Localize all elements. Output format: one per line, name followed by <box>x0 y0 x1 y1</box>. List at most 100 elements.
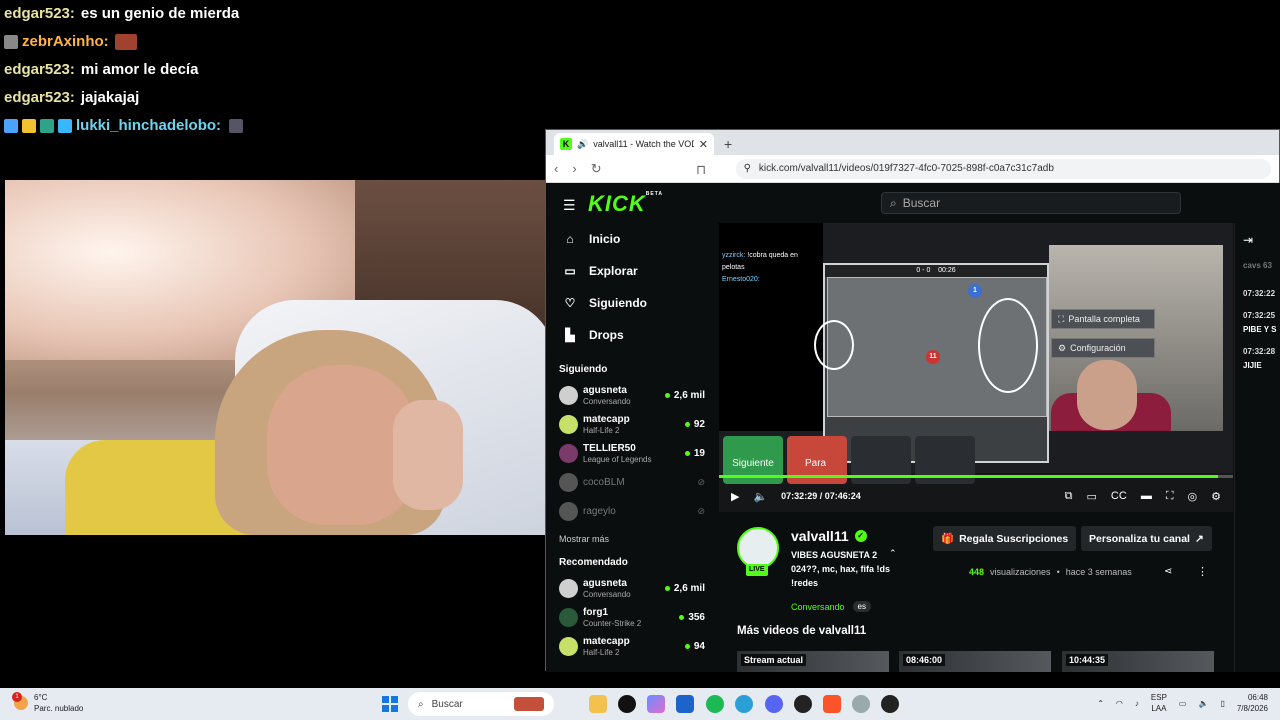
channel-category: Conversando <box>583 396 631 406</box>
windows-taskbar: 1 6°C Parc. nublado ⌕ Buscar ⌃ ◠ ♪ ESP LAA… <box>0 688 1280 720</box>
chat-username: lukki_hinchadelobo: <box>76 117 222 134</box>
steam-icon[interactable] <box>794 695 812 713</box>
recommended-channel-item[interactable]: agusneta Conversando 2,6 mil <box>546 574 718 603</box>
more-options-icon[interactable]: ⋮ <box>1197 565 1208 578</box>
recommended-channel-item[interactable]: forg1 Counter-Strike 2 356 <box>546 603 718 632</box>
channel-name: agusneta <box>583 384 627 396</box>
chevron-up-icon[interactable]: ⌃ <box>1097 699 1104 708</box>
url-field[interactable]: ⚲ kick.com/valvall11/videos/019f7327-4fc… <box>735 158 1271 179</box>
chat-message: edgar523: mi amor le decía <box>4 56 544 84</box>
hamburger-menu-icon[interactable]: ☰ <box>563 197 576 214</box>
bookmark-icon[interactable]: ⊓ <box>696 162 706 178</box>
microphone-icon[interactable]: ♪ <box>1135 699 1139 708</box>
haxball-time: 00:26 <box>938 267 956 274</box>
nav-item-siguiendo[interactable]: ♡ Siguiendo <box>546 287 718 319</box>
gift-subs-button[interactable]: 🎁 Regala Suscripciones <box>933 526 1077 551</box>
recommended-channel-item[interactable]: matecapp Half-Life 2 94 <box>546 632 718 661</box>
start-button-icon[interactable] <box>382 696 398 712</box>
new-tab-icon[interactable]: + <box>724 133 732 155</box>
viewer-count: 19 <box>693 448 705 459</box>
webcam-person-hand <box>393 400 463 510</box>
following-channel-item[interactable]: matecapp Half-Life 2 92 <box>546 410 718 439</box>
pip-icon[interactable]: ⧉ <box>1065 490 1073 503</box>
close-tab-icon[interactable]: ✕ <box>699 138 708 151</box>
channel-avatar <box>559 444 578 463</box>
viewer-count: 2,6 mil <box>673 583 705 594</box>
share-icon[interactable]: ⋖ <box>1164 566 1172 577</box>
following-channel-item[interactable]: agusneta Conversando 2,6 mil <box>546 381 718 410</box>
speaker-icon: 🔊 <box>577 138 589 149</box>
github-icon[interactable] <box>618 695 636 713</box>
chat-username: zebrAxinho: <box>22 33 109 50</box>
stats-separator: • <box>1056 567 1060 577</box>
browser-tab[interactable]: K 🔊 valvall11 - Watch the VOD o ✕ <box>554 133 714 155</box>
chevron-up-icon[interactable]: ⌃ <box>889 548 897 559</box>
chat-message: lukki_hinchadelobo: <box>4 112 544 140</box>
channel-category: Half-Life 2 <box>583 425 620 435</box>
network-icon[interactable]: ▭ <box>1179 699 1187 708</box>
copilot-icon[interactable] <box>647 695 665 713</box>
forward-icon[interactable]: › <box>572 161 576 176</box>
language-indicator[interactable]: ESP LAA <box>1151 692 1167 714</box>
search-input[interactable]: ⌕ Buscar <box>881 192 1181 214</box>
customize-channel-button[interactable]: Personaliza tu canal ↗ <box>1081 526 1212 551</box>
live-dot-icon <box>684 644 690 649</box>
reload-icon[interactable]: ↻ <box>591 161 602 177</box>
volume-icon[interactable]: 🔈 <box>753 490 767 503</box>
brave-icon[interactable] <box>823 695 841 713</box>
spotify-icon[interactable] <box>706 695 724 713</box>
volume-icon[interactable]: 🔈 <box>1198 699 1208 708</box>
app-icon[interactable] <box>852 695 870 713</box>
clock[interactable]: 06:48 7/8/2026 <box>1237 692 1268 714</box>
video-player[interactable]: yzzirck: !cobra queda en pelotas Ernesto… <box>719 223 1233 512</box>
views-label: visualizaciones <box>990 567 1051 577</box>
video-thumbnail[interactable]: 08:46:00 <box>899 651 1051 672</box>
video-thumbnail[interactable]: Stream actual <box>737 651 889 672</box>
category-row: Conversando es <box>791 601 871 612</box>
fullscreen-icon[interactable]: ⛶ <box>1166 490 1174 503</box>
nav-item-inicio[interactable]: ⌂ Inicio <box>546 223 718 255</box>
collapse-chat-icon[interactable]: ⇥ <box>1243 233 1253 247</box>
theater-icon[interactable]: ▭ <box>1087 490 1097 503</box>
video-stats: 448 visualizaciones • hace 3 semanas <box>969 567 1132 577</box>
taskbar-search[interactable]: ⌕ Buscar <box>408 692 554 716</box>
viewer-count: 92 <box>693 419 705 430</box>
discord-icon[interactable] <box>765 695 783 713</box>
speed-icon[interactable]: ◎ <box>1188 490 1198 503</box>
following-channel-item[interactable]: rageylo ⊘ <box>546 497 718 526</box>
system-tray: ⌃ ◠ ♪ ESP LAA ▭ 🔈 ▯ 06:48 7/8/2026 <box>1097 692 1268 714</box>
file-explorer-icon[interactable] <box>589 695 607 713</box>
channel-avatar-large[interactable] <box>737 527 779 569</box>
following-channel-item[interactable]: TELLIER50 League of Legends 19 <box>546 439 718 468</box>
battery-icon[interactable]: ▯ <box>1220 699 1224 708</box>
category-link[interactable]: Conversando <box>791 602 845 612</box>
sub-badge-icon <box>40 119 54 133</box>
kick-logo[interactable]: KICKBETA <box>588 191 663 217</box>
nav-item-explorar[interactable]: ▭ Explorar <box>546 255 718 287</box>
nav-item-drops[interactable]: ▙ Drops <box>546 319 718 351</box>
video-progress-bar[interactable] <box>719 475 1233 478</box>
kick-page: ☰ KICKBETA ⌕ Buscar ⌂ Inicio ▭ Explorar ♡ S… <box>546 183 1280 672</box>
back-icon[interactable]: ‹ <box>554 161 558 176</box>
weather-widget[interactable]: 1 6°C Parc. nublado <box>12 692 83 714</box>
wifi-icon[interactable]: ◠ <box>1116 699 1123 708</box>
channel-name-title[interactable]: valvall11 <box>791 528 849 544</box>
chat-timestamp: 07:32:22 <box>1243 289 1276 298</box>
show-more-link[interactable]: Mostrar más <box>546 526 718 552</box>
edge-icon[interactable] <box>735 695 753 713</box>
chat-message-text: PIBE Y S <box>1243 325 1277 334</box>
kick-logo-text: KICK <box>588 191 646 216</box>
haxball-score: 0 - 0 <box>916 267 931 274</box>
miniplayer-icon[interactable]: ▬ <box>1141 490 1152 502</box>
play-icon[interactable]: ▶ <box>731 490 739 503</box>
settings-gear-icon[interactable]: ⚙ <box>1211 490 1221 503</box>
channel-name: matecapp <box>583 635 630 647</box>
captions-icon[interactable]: CC <box>1111 490 1127 502</box>
media-player-icon[interactable] <box>881 695 899 713</box>
following-channel-item[interactable]: cocoBLM ⊘ <box>546 468 718 497</box>
video-thumbnail[interactable]: 10:44:35 <box>1062 651 1214 672</box>
video-time: 07:32:29 / 07:46:24 <box>781 491 861 501</box>
chat-timestamp: 07:32:28 <box>1243 347 1276 356</box>
store-icon[interactable] <box>676 695 694 713</box>
site-info-icon[interactable]: ⚲ <box>744 163 751 174</box>
